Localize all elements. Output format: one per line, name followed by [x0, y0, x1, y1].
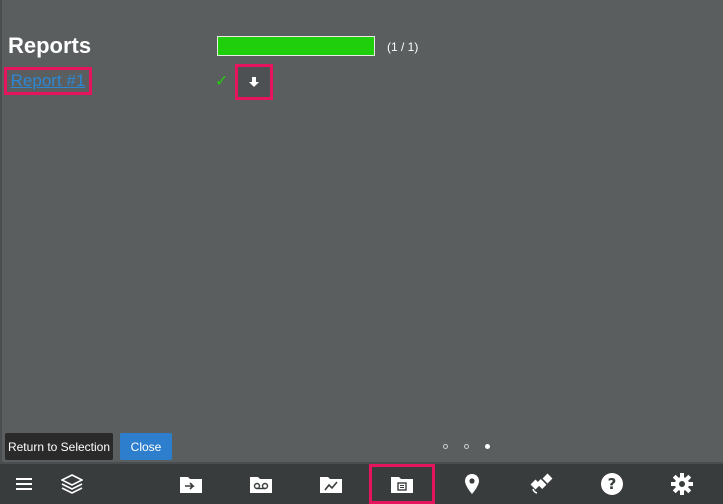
svg-text:?: ? — [608, 475, 617, 493]
folder-voicemail-icon — [250, 477, 272, 493]
help-button[interactable]: ? — [592, 464, 632, 504]
menu-button[interactable] — [4, 464, 44, 504]
help-icon: ? — [601, 473, 623, 495]
layers-button[interactable] — [52, 464, 92, 504]
layers-icon — [61, 474, 83, 494]
folder-report-icon — [391, 477, 413, 493]
page-title: Reports — [8, 33, 92, 58]
return-to-selection-button[interactable]: Return to Selection — [5, 433, 113, 460]
close-button[interactable]: Close — [120, 433, 172, 460]
page-dot[interactable] — [464, 444, 469, 449]
folder-chart-icon — [320, 477, 342, 493]
page-dot[interactable] — [443, 444, 448, 449]
location-pin-icon — [465, 474, 479, 494]
page-dot-active[interactable] — [485, 444, 490, 449]
gear-icon — [671, 473, 693, 495]
import-folder-button[interactable] — [171, 464, 211, 504]
settings-button[interactable] — [662, 464, 702, 504]
reports-panel — [2, 0, 723, 462]
download-icon — [249, 77, 259, 87]
report-link[interactable]: Report #1 — [4, 67, 92, 95]
menu-icon — [16, 478, 32, 490]
location-button[interactable] — [452, 464, 492, 504]
report-folder-button[interactable] — [369, 464, 435, 504]
bottom-toolbar: ? — [0, 464, 723, 504]
satellite-button[interactable] — [522, 464, 562, 504]
progress-bar — [217, 36, 375, 56]
folder-import-icon — [180, 477, 202, 493]
download-button[interactable] — [235, 64, 273, 100]
voicemail-folder-button[interactable] — [241, 464, 281, 504]
check-icon: ✓ — [215, 73, 229, 90]
chart-folder-button[interactable] — [311, 464, 351, 504]
progress-text: (1 / 1) — [387, 40, 419, 54]
satellite-icon — [530, 473, 553, 494]
progress-fill — [218, 37, 374, 55]
